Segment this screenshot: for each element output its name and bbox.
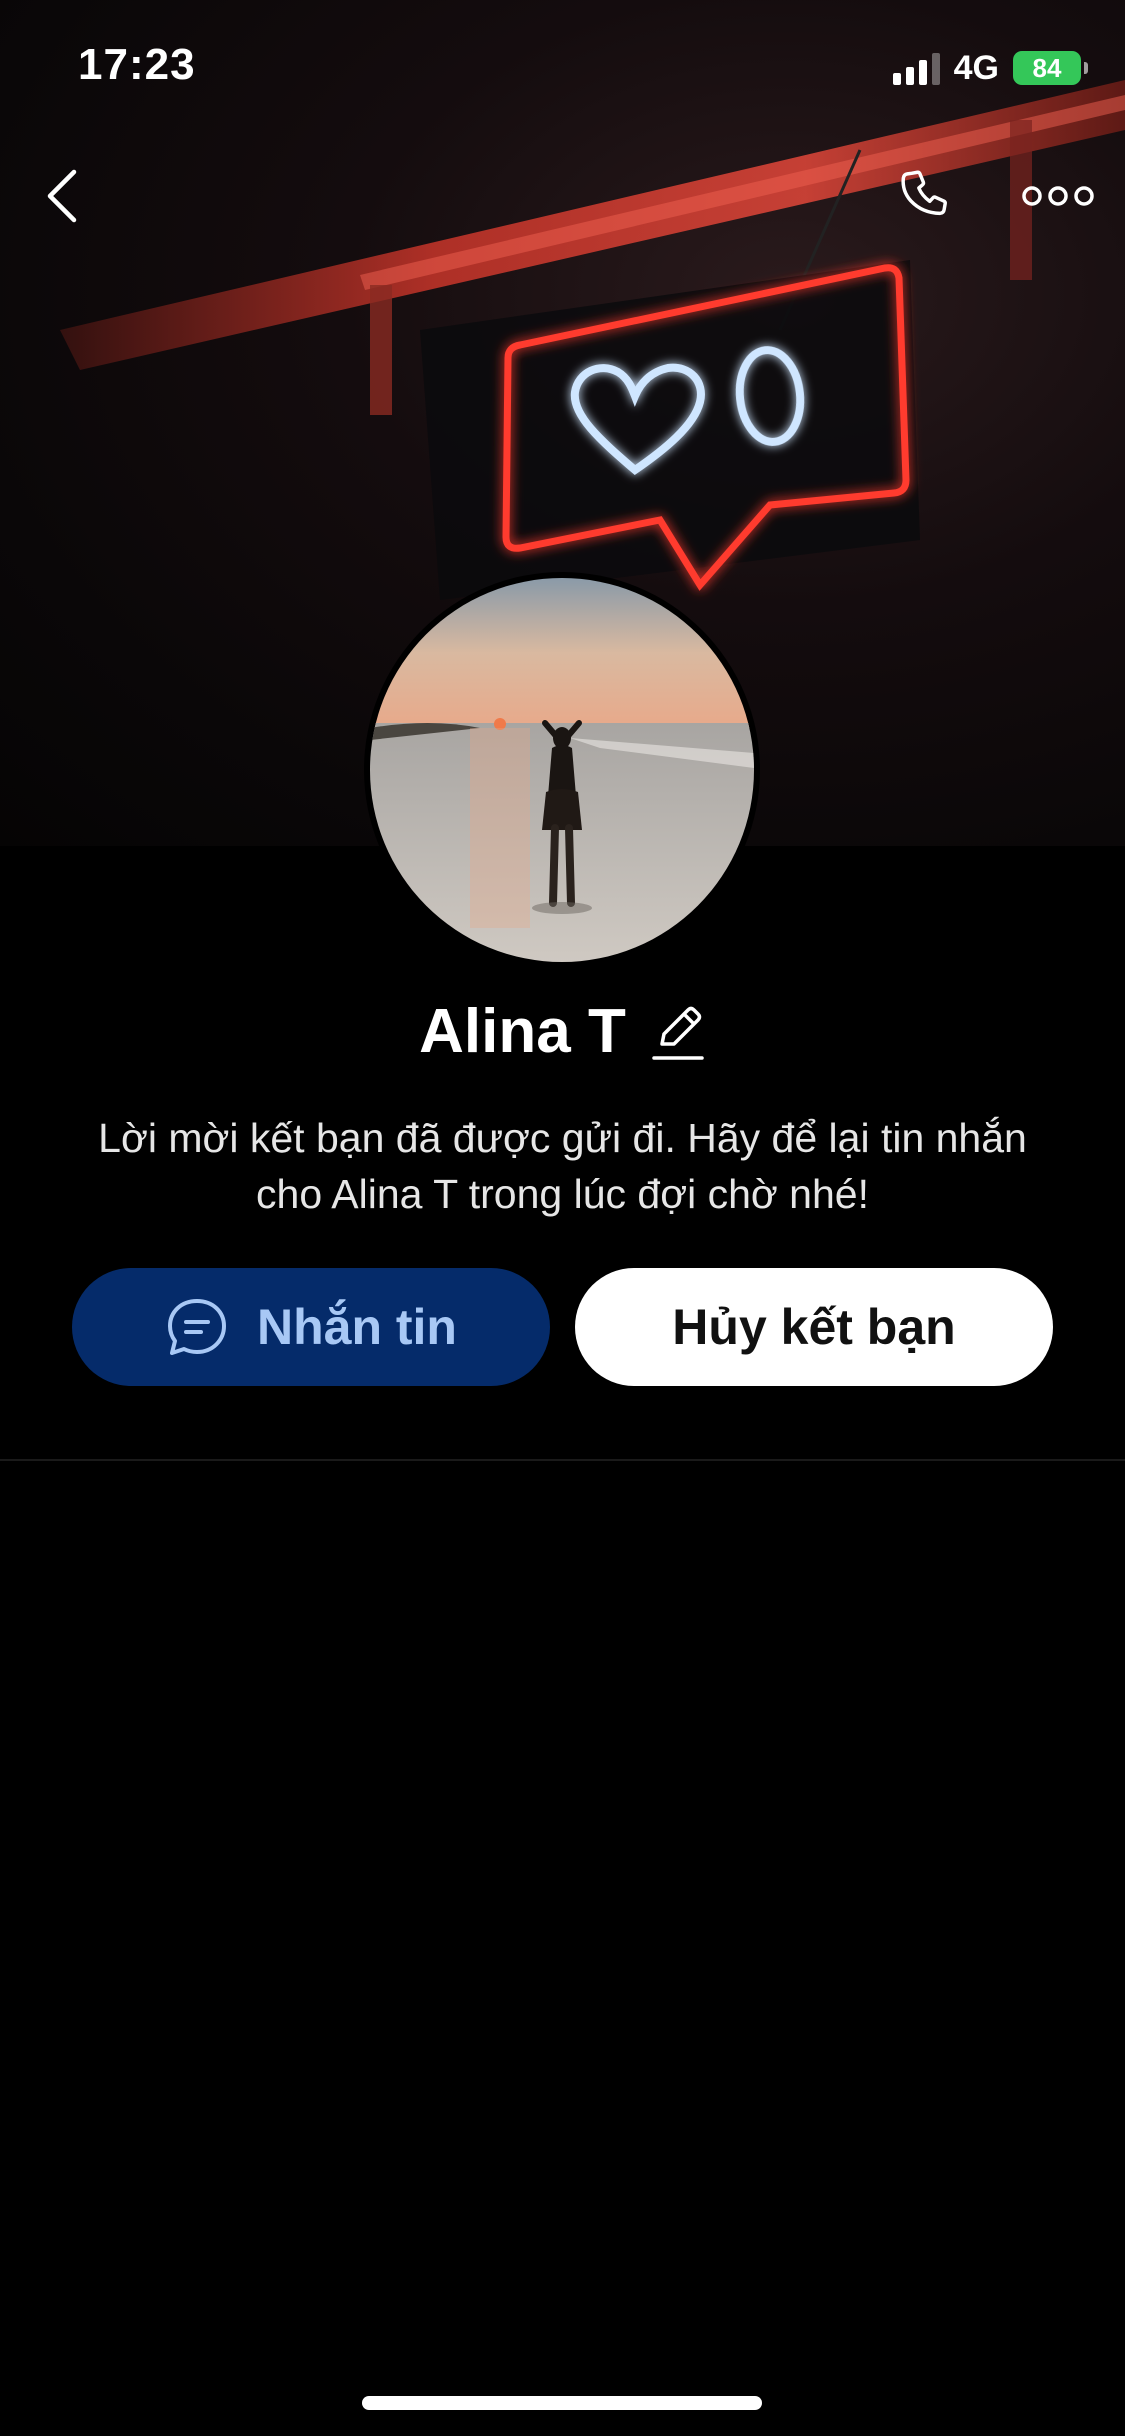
cancel-friend-request-label: Hủy kết bạn <box>672 1299 956 1355</box>
avatar-photo <box>370 578 754 962</box>
signal-icon <box>892 51 940 85</box>
chat-bubble-icon <box>168 1299 226 1355</box>
status-indicators: 4G 84 <box>892 48 1088 88</box>
status-bar: 17:23 4G 84 <box>0 0 1125 130</box>
call-button[interactable] <box>892 162 960 230</box>
network-type: 4G <box>953 48 999 87</box>
more-options-button[interactable] <box>1020 178 1096 214</box>
profile-name: Alina T <box>419 997 626 1066</box>
cancel-friend-request-button[interactable]: Hủy kết bạn <box>575 1268 1053 1386</box>
home-indicator[interactable] <box>362 2396 762 2410</box>
back-button[interactable] <box>36 166 88 226</box>
avatar[interactable] <box>364 572 760 968</box>
battery-icon: 84 <box>1013 51 1088 85</box>
pencil-icon <box>652 1006 704 1060</box>
battery-level: 84 <box>1032 52 1062 83</box>
section-divider <box>0 1459 1125 1461</box>
edit-name-button[interactable] <box>650 1002 706 1062</box>
friend-request-message: Lời mời kết bạn đã được gửi đi. Hãy để l… <box>98 1115 1027 1217</box>
profile-name-row: Alina T <box>0 996 1125 1067</box>
more-horizontal-icon <box>1022 186 1094 206</box>
chevron-left-icon <box>47 169 77 223</box>
phone-icon <box>901 170 947 216</box>
send-message-label: Nhắn tin <box>257 1299 457 1355</box>
avatar-image <box>370 578 754 962</box>
send-message-button[interactable]: Nhắn tin <box>72 1268 550 1386</box>
status-time: 17:23 <box>78 40 196 89</box>
